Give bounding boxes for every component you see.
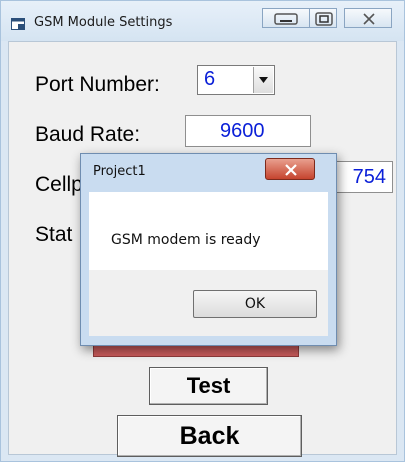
- cellphone-value: 754: [352, 166, 386, 188]
- dialog-body: GSM modem is ready: [89, 192, 328, 270]
- chevron-down-icon: [259, 77, 268, 83]
- close-icon: [363, 13, 375, 25]
- port-number-value: 6: [204, 68, 216, 90]
- gsm-settings-window: GSM Module Settings Port Number: 6 Baud …: [0, 0, 405, 462]
- back-button[interactable]: Back: [117, 415, 302, 457]
- baud-rate-label: Baud Rate:: [35, 123, 141, 146]
- baud-rate-value: 9600: [220, 120, 265, 142]
- cellphone-label: Cellp: [35, 173, 83, 196]
- port-dropdown-button[interactable]: [253, 67, 273, 93]
- dialog-message: GSM modem is ready: [111, 232, 261, 248]
- close-icon: [285, 164, 297, 176]
- minimize-button[interactable]: [262, 8, 312, 28]
- dialog-title: Project1: [93, 164, 146, 179]
- test-button[interactable]: Test: [149, 367, 268, 405]
- minimize-icon: [274, 13, 298, 25]
- dialog-footer: OK: [89, 270, 328, 336]
- maximize-button[interactable]: [309, 8, 337, 28]
- app-window-icon: [11, 17, 25, 30]
- status-label: Stat: [35, 223, 73, 246]
- close-button[interactable]: [344, 8, 392, 28]
- dialog-close-button[interactable]: [265, 158, 315, 180]
- window-title: GSM Module Settings: [34, 15, 173, 30]
- port-number-label: Port Number:: [35, 73, 160, 96]
- baud-rate-field[interactable]: 9600: [185, 115, 311, 147]
- ok-button[interactable]: OK: [193, 290, 317, 318]
- message-dialog: Project1 GSM modem is ready OK: [80, 153, 337, 346]
- port-number-combo[interactable]: 6: [197, 65, 275, 95]
- maximize-icon: [315, 12, 333, 26]
- title-bar[interactable]: GSM Module Settings: [1, 1, 404, 41]
